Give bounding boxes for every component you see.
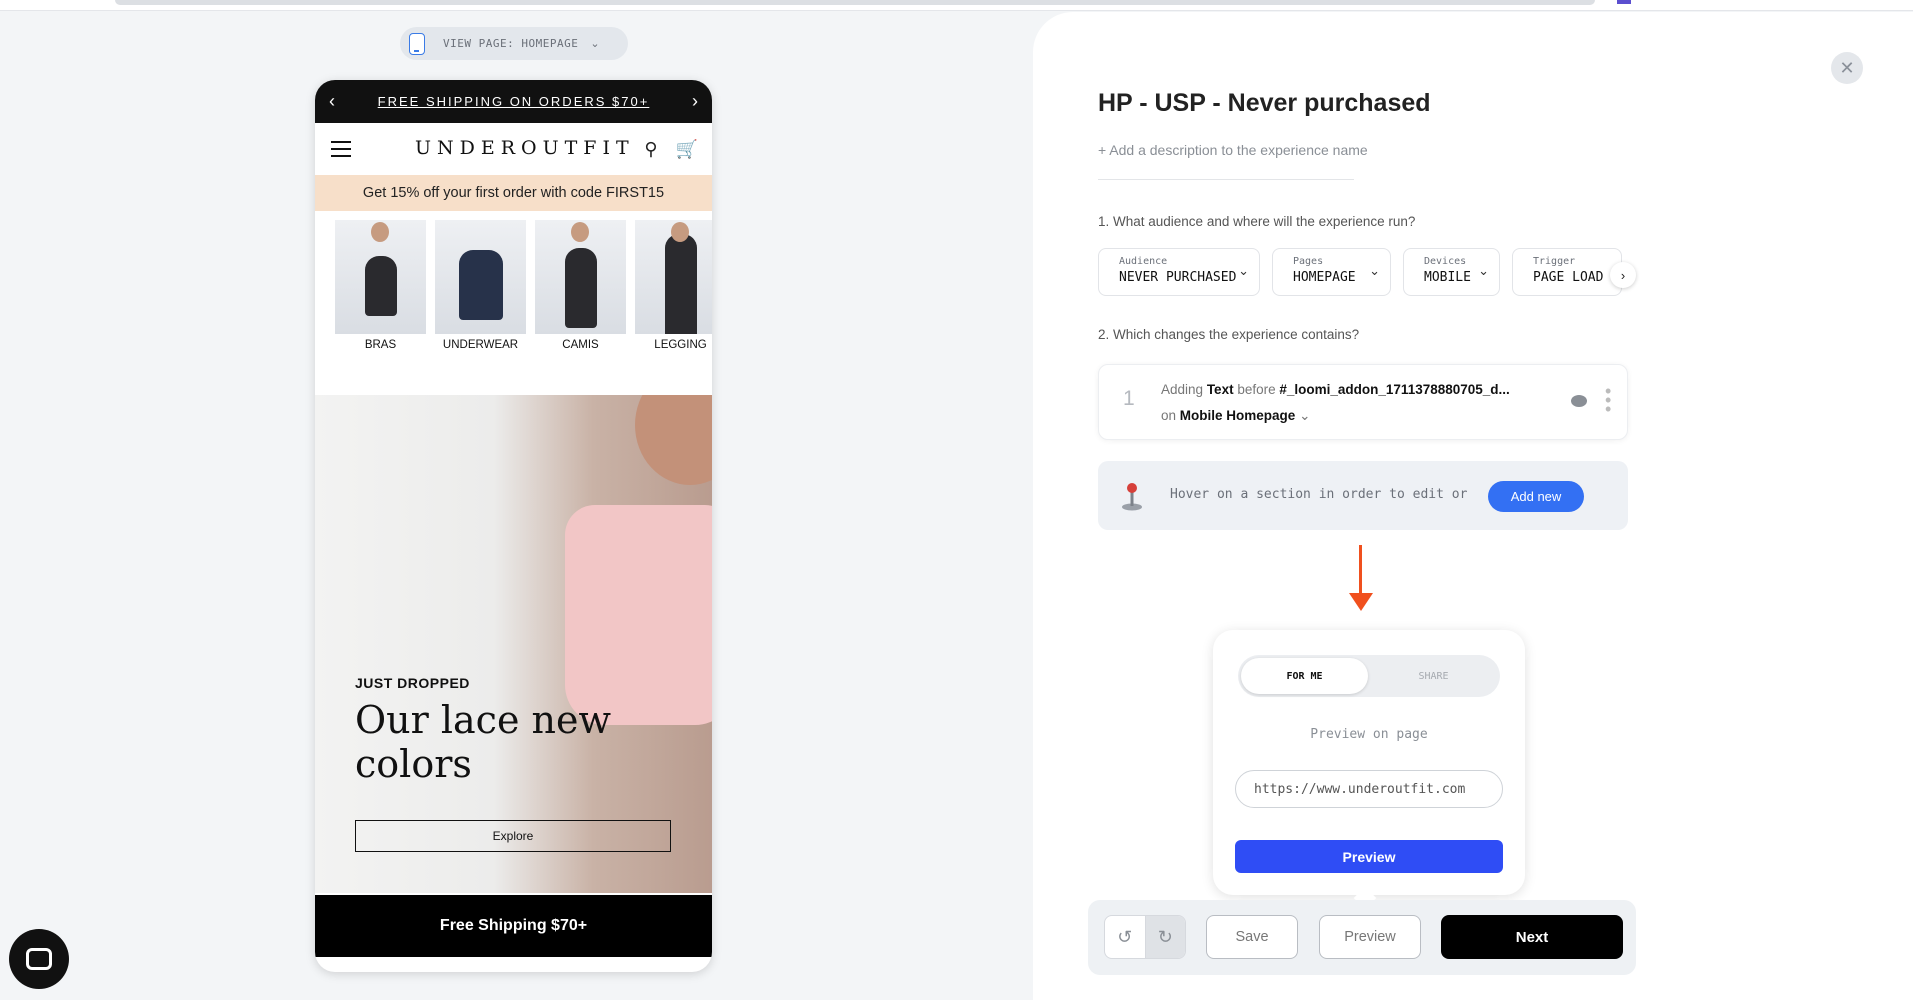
chevron-down-icon: ⌄	[1238, 263, 1249, 278]
category-item[interactable]: UNDERWEAR	[435, 220, 526, 351]
browser-top-bar	[0, 0, 1913, 11]
site-header: UNDEROUTFIT ⚲ 🛒	[315, 123, 712, 175]
view-page-dropdown[interactable]: VIEW PAGE: HOMEPAGE ⌄	[400, 27, 628, 60]
preview-url-input[interactable]	[1235, 770, 1503, 808]
tab-for-me[interactable]: FOR ME	[1241, 658, 1368, 694]
preview-on-page-label: Preview on page	[1310, 727, 1428, 742]
chat-button[interactable]	[9, 929, 69, 989]
save-button[interactable]: Save	[1206, 915, 1298, 959]
chat-icon	[26, 948, 52, 970]
undo-redo-group: ↺ ↻	[1104, 915, 1186, 959]
chevron-down-icon: ⌄	[590, 38, 600, 50]
chip-label: Audience	[1119, 256, 1168, 267]
mobile-preview-frame: ‹ FREE SHIPPING ON ORDERS $70+ › UNDEROU…	[315, 80, 712, 972]
chip-label: Trigger	[1533, 256, 1576, 267]
category-label: CAMIS	[562, 339, 599, 351]
category-item[interactable]: BRAS	[335, 220, 426, 351]
change-number: 1	[1123, 387, 1135, 410]
site-logo[interactable]: UNDEROUTFIT	[415, 137, 635, 159]
explore-button[interactable]: Explore	[355, 820, 671, 852]
description-field[interactable]: + Add a description to the experience na…	[1098, 142, 1368, 158]
chip-value: HOMEPAGE	[1293, 270, 1356, 285]
category-image	[435, 220, 526, 334]
redo-icon[interactable]: ↻	[1144, 916, 1185, 958]
category-label: UNDERWEAR	[442, 339, 519, 351]
extension-icon[interactable]	[1617, 0, 1631, 4]
hero-kicker: JUST DROPPED	[355, 675, 470, 691]
experience-title[interactable]: HP - USP - Never purchased	[1098, 89, 1431, 118]
hero-banner: JUST DROPPED Our lace new colors Explore	[315, 395, 712, 893]
divider	[1098, 179, 1354, 180]
bottom-toolbar: ↺ ↻ Save Preview Next	[1088, 900, 1636, 975]
chevron-left-icon[interactable]: ‹	[329, 91, 335, 112]
add-new-button[interactable]: Add new	[1488, 481, 1584, 512]
preview-button[interactable]: Preview	[1319, 915, 1421, 959]
hero-image	[635, 395, 712, 485]
preview-popover: FOR ME SHARE Preview on page Preview	[1213, 630, 1525, 895]
change-page[interactable]: on Mobile Homepage ⌄	[1161, 408, 1310, 424]
eye-icon[interactable]	[1571, 395, 1587, 407]
joystick-icon	[1122, 483, 1142, 511]
hero-title: Our lace new colors	[355, 698, 612, 786]
cart-icon[interactable]: 🛒	[676, 139, 698, 160]
pointer-arrow-head	[1349, 593, 1373, 611]
hero-product-image	[565, 505, 712, 725]
chip-value: NEVER PURCHASED	[1119, 270, 1237, 285]
chip-value: PAGE LOAD	[1533, 270, 1604, 285]
pointer-arrow	[1359, 545, 1362, 595]
more-options-icon[interactable]: • • •	[1605, 382, 1611, 418]
chevron-down-icon: ⌄	[1299, 408, 1311, 423]
change-item[interactable]: 1 Adding Text before #_loomi_addon_17113…	[1098, 364, 1628, 440]
announcement-text[interactable]: FREE SHIPPING ON ORDERS $70+	[378, 94, 650, 109]
category-image	[635, 220, 712, 334]
chip-label: Pages	[1293, 256, 1324, 267]
category-carousel: BRAS UNDERWEAR CAMIS LEGGING	[315, 211, 712, 351]
chevron-down-icon: ⌄	[1478, 263, 1489, 278]
free-shipping-bar: Free Shipping $70+	[315, 895, 712, 957]
close-icon[interactable]: ✕	[1831, 52, 1863, 84]
category-label: BRAS	[364, 339, 397, 351]
chevron-down-icon: ⌄	[1369, 263, 1380, 278]
preview-submit-button[interactable]: Preview	[1235, 840, 1503, 873]
question-changes: 2. Which changes the experience contains…	[1098, 327, 1360, 342]
tab-share[interactable]: SHARE	[1370, 658, 1497, 694]
devices-dropdown[interactable]: Devices MOBILE ⌄	[1403, 248, 1500, 296]
question-audience: 1. What audience and where will the expe…	[1098, 214, 1416, 229]
mobile-device-icon	[409, 32, 425, 55]
hover-hint-box: Hover on a section in order to edit or A…	[1098, 461, 1628, 530]
undo-icon[interactable]: ↺	[1105, 916, 1145, 958]
category-image	[335, 220, 426, 334]
targeting-chips: Audience NEVER PURCHASED ⌄ Pages HOMEPAG…	[1098, 248, 1636, 296]
audience-dropdown[interactable]: Audience NEVER PURCHASED ⌄	[1098, 248, 1260, 296]
chevron-right-icon[interactable]: ›	[692, 91, 698, 112]
next-button[interactable]: Next	[1441, 915, 1623, 959]
menu-icon[interactable]	[331, 141, 351, 157]
view-page-label: VIEW PAGE: HOMEPAGE	[443, 37, 579, 50]
promo-banner: Get 15% off your first order with code F…	[315, 175, 712, 211]
trigger-dropdown[interactable]: Trigger PAGE LOAD	[1512, 248, 1622, 296]
hover-hint-text: Hover on a section in order to edit or	[1170, 487, 1468, 502]
change-description: Adding Text before #_loomi_addon_1711378…	[1161, 382, 1510, 397]
address-bar[interactable]	[115, 0, 1595, 5]
category-label: LEGGING	[654, 339, 707, 351]
chevron-right-icon[interactable]: ›	[1610, 262, 1636, 288]
pages-dropdown[interactable]: Pages HOMEPAGE ⌄	[1272, 248, 1391, 296]
preview-tabs: FOR ME SHARE	[1238, 655, 1500, 697]
search-icon[interactable]: ⚲	[644, 139, 657, 160]
category-item[interactable]: LEGGING	[635, 220, 712, 351]
category-item[interactable]: CAMIS	[535, 220, 626, 351]
announcement-bar: ‹ FREE SHIPPING ON ORDERS $70+ ›	[315, 80, 712, 123]
category-image	[535, 220, 626, 334]
